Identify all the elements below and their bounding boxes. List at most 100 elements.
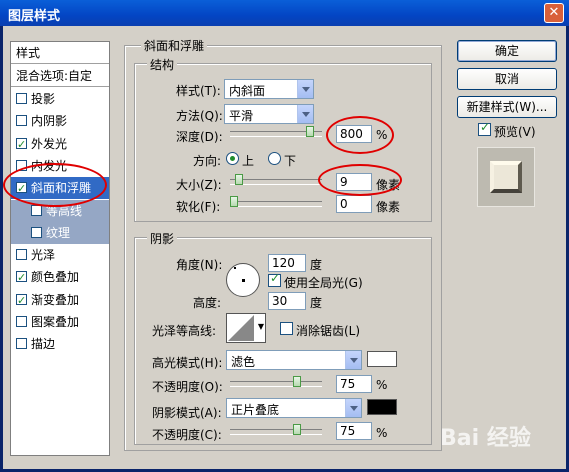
soften-unit: 像素: [376, 200, 401, 214]
direction-up-label: 上: [242, 154, 255, 168]
chevron-down-icon: [297, 80, 313, 98]
size-slider-thumb[interactable]: [235, 174, 243, 185]
style-label: 样式(T):: [176, 84, 221, 98]
gloss-contour-picker[interactable]: ▼: [226, 313, 266, 343]
style-list-item[interactable]: 图案叠加: [11, 311, 109, 333]
highlight-opacity-input[interactable]: 75: [336, 375, 372, 393]
annotation-circle: [318, 164, 402, 196]
highlight-opacity-label: 不透明度(O):: [152, 380, 223, 394]
title-bar[interactable]: 图层样式 ✕: [0, 0, 569, 26]
angle-dial[interactable]: [226, 263, 260, 297]
structure-title: 结构: [147, 56, 178, 73]
shadow-opacity-input[interactable]: 75: [336, 422, 372, 440]
angle-dial-center: [242, 279, 245, 282]
style-item-label: 颜色叠加: [31, 270, 80, 285]
soften-slider-thumb[interactable]: [230, 196, 238, 207]
shadow-opacity-label: 不透明度(C):: [152, 428, 222, 442]
style-preview-thumbnail: [477, 147, 535, 207]
style-item-label: 纹理: [46, 225, 71, 240]
chevron-down-icon: [345, 399, 361, 417]
gloss-contour-label: 光泽等高线:: [152, 324, 217, 338]
soften-label: 软化(F):: [176, 200, 221, 214]
annotation-circle: [3, 163, 107, 207]
new-style-button[interactable]: 新建样式(W)...: [457, 96, 557, 118]
style-checkbox[interactable]: [16, 338, 27, 350]
preview-checkbox[interactable]: [478, 120, 491, 136]
depth-label: 深度(D):: [176, 130, 223, 144]
angle-unit: 度: [310, 258, 323, 272]
highlight-color-swatch[interactable]: [367, 351, 397, 367]
style-item-label: 描边: [31, 337, 56, 352]
chevron-down-icon: [297, 105, 313, 123]
style-list-item[interactable]: 投影: [11, 88, 109, 110]
shadow-color-swatch[interactable]: [367, 399, 397, 415]
shadow-opacity-thumb[interactable]: [293, 424, 301, 435]
shadow-mode-dropdown[interactable]: 正片叠底: [226, 398, 362, 418]
style-list-item[interactable]: 颜色叠加: [11, 266, 109, 289]
highlight-opacity-unit: %: [376, 378, 388, 392]
global-light-checkbox[interactable]: [268, 271, 281, 287]
angle-label: 角度(N):: [176, 258, 223, 272]
shadow-mode-label: 阴影模式(A):: [152, 406, 222, 420]
shading-title: 阴影: [147, 230, 178, 247]
preview-label: 预览(V): [494, 125, 536, 139]
angle-input[interactable]: 120: [268, 254, 306, 272]
style-item-label: 光泽: [31, 248, 56, 263]
style-list-item[interactable]: 光泽: [11, 244, 109, 266]
style-checkbox[interactable]: [16, 93, 27, 104]
shadow-opacity-slider[interactable]: [230, 429, 322, 435]
layer-style-dialog: 图层样式 ✕ 样式 混合选项:自定 投影内阴影外发光内发光斜面和浮雕等高线纹理光…: [0, 0, 569, 472]
soften-slider[interactable]: [230, 201, 322, 207]
depth-slider-thumb[interactable]: [306, 126, 314, 137]
style-list-item[interactable]: 纹理: [11, 221, 109, 244]
method-value: 平滑: [229, 109, 254, 123]
size-slider[interactable]: [230, 179, 322, 185]
style-item-label: 图案叠加: [31, 315, 80, 329]
angle-dial-indicator: [234, 267, 236, 269]
chevron-down-icon: [345, 351, 361, 369]
style-list-item[interactable]: 渐变叠加: [11, 289, 109, 312]
ok-button[interactable]: 确定: [457, 40, 557, 62]
direction-down-label: 下: [284, 154, 297, 168]
soften-input[interactable]: 0: [336, 195, 372, 213]
style-checkbox[interactable]: [16, 115, 27, 127]
direction-up-radio[interactable]: [226, 152, 239, 165]
global-light-label: 使用全局光(G): [284, 276, 363, 290]
highlight-opacity-thumb[interactable]: [293, 376, 301, 387]
highlight-mode-label: 高光模式(H):: [152, 356, 223, 370]
dialog-title: 图层样式: [8, 9, 61, 24]
contour-preview-icon: [228, 315, 254, 341]
style-checkbox[interactable]: [16, 134, 27, 156]
direction-down-radio[interactable]: [268, 152, 281, 165]
cancel-button[interactable]: 取消: [457, 68, 557, 90]
style-list-header[interactable]: 样式: [11, 42, 109, 64]
bevel-group-title: 斜面和浮雕: [141, 37, 208, 54]
direction-label: 方向:: [193, 154, 222, 168]
method-label: 方法(Q):: [176, 109, 223, 123]
highlight-mode-dropdown[interactable]: 滤色: [226, 350, 362, 370]
style-dropdown[interactable]: 内斜面: [224, 79, 314, 99]
style-item-label: 外发光: [31, 136, 68, 151]
style-item-label: 渐变叠加: [31, 292, 80, 307]
antialias-checkbox[interactable]: [280, 322, 293, 335]
chevron-down-icon: ▼: [257, 322, 264, 331]
method-dropdown[interactable]: 平滑: [224, 104, 314, 124]
style-list-item[interactable]: 描边: [11, 333, 109, 355]
highlight-opacity-slider[interactable]: [230, 381, 322, 387]
altitude-input[interactable]: 30: [268, 292, 306, 310]
style-item-label: 投影: [31, 92, 56, 106]
altitude-unit: 度: [310, 296, 323, 310]
style-value: 内斜面: [229, 84, 266, 98]
close-button[interactable]: ✕: [544, 3, 564, 23]
style-list-item[interactable]: 外发光: [11, 133, 109, 156]
style-checkbox[interactable]: [16, 316, 27, 327]
size-label: 大小(Z):: [176, 178, 222, 192]
style-checkbox[interactable]: [31, 226, 42, 238]
style-checkbox[interactable]: [16, 267, 27, 289]
style-checkbox[interactable]: [16, 290, 27, 312]
style-checkbox[interactable]: [16, 249, 27, 261]
blend-options-item[interactable]: 混合选项:自定: [11, 65, 109, 87]
shadow-mode-value: 正片叠底: [231, 403, 280, 417]
style-list-item[interactable]: 内阴影: [11, 110, 109, 132]
shadow-opacity-unit: %: [376, 426, 388, 440]
